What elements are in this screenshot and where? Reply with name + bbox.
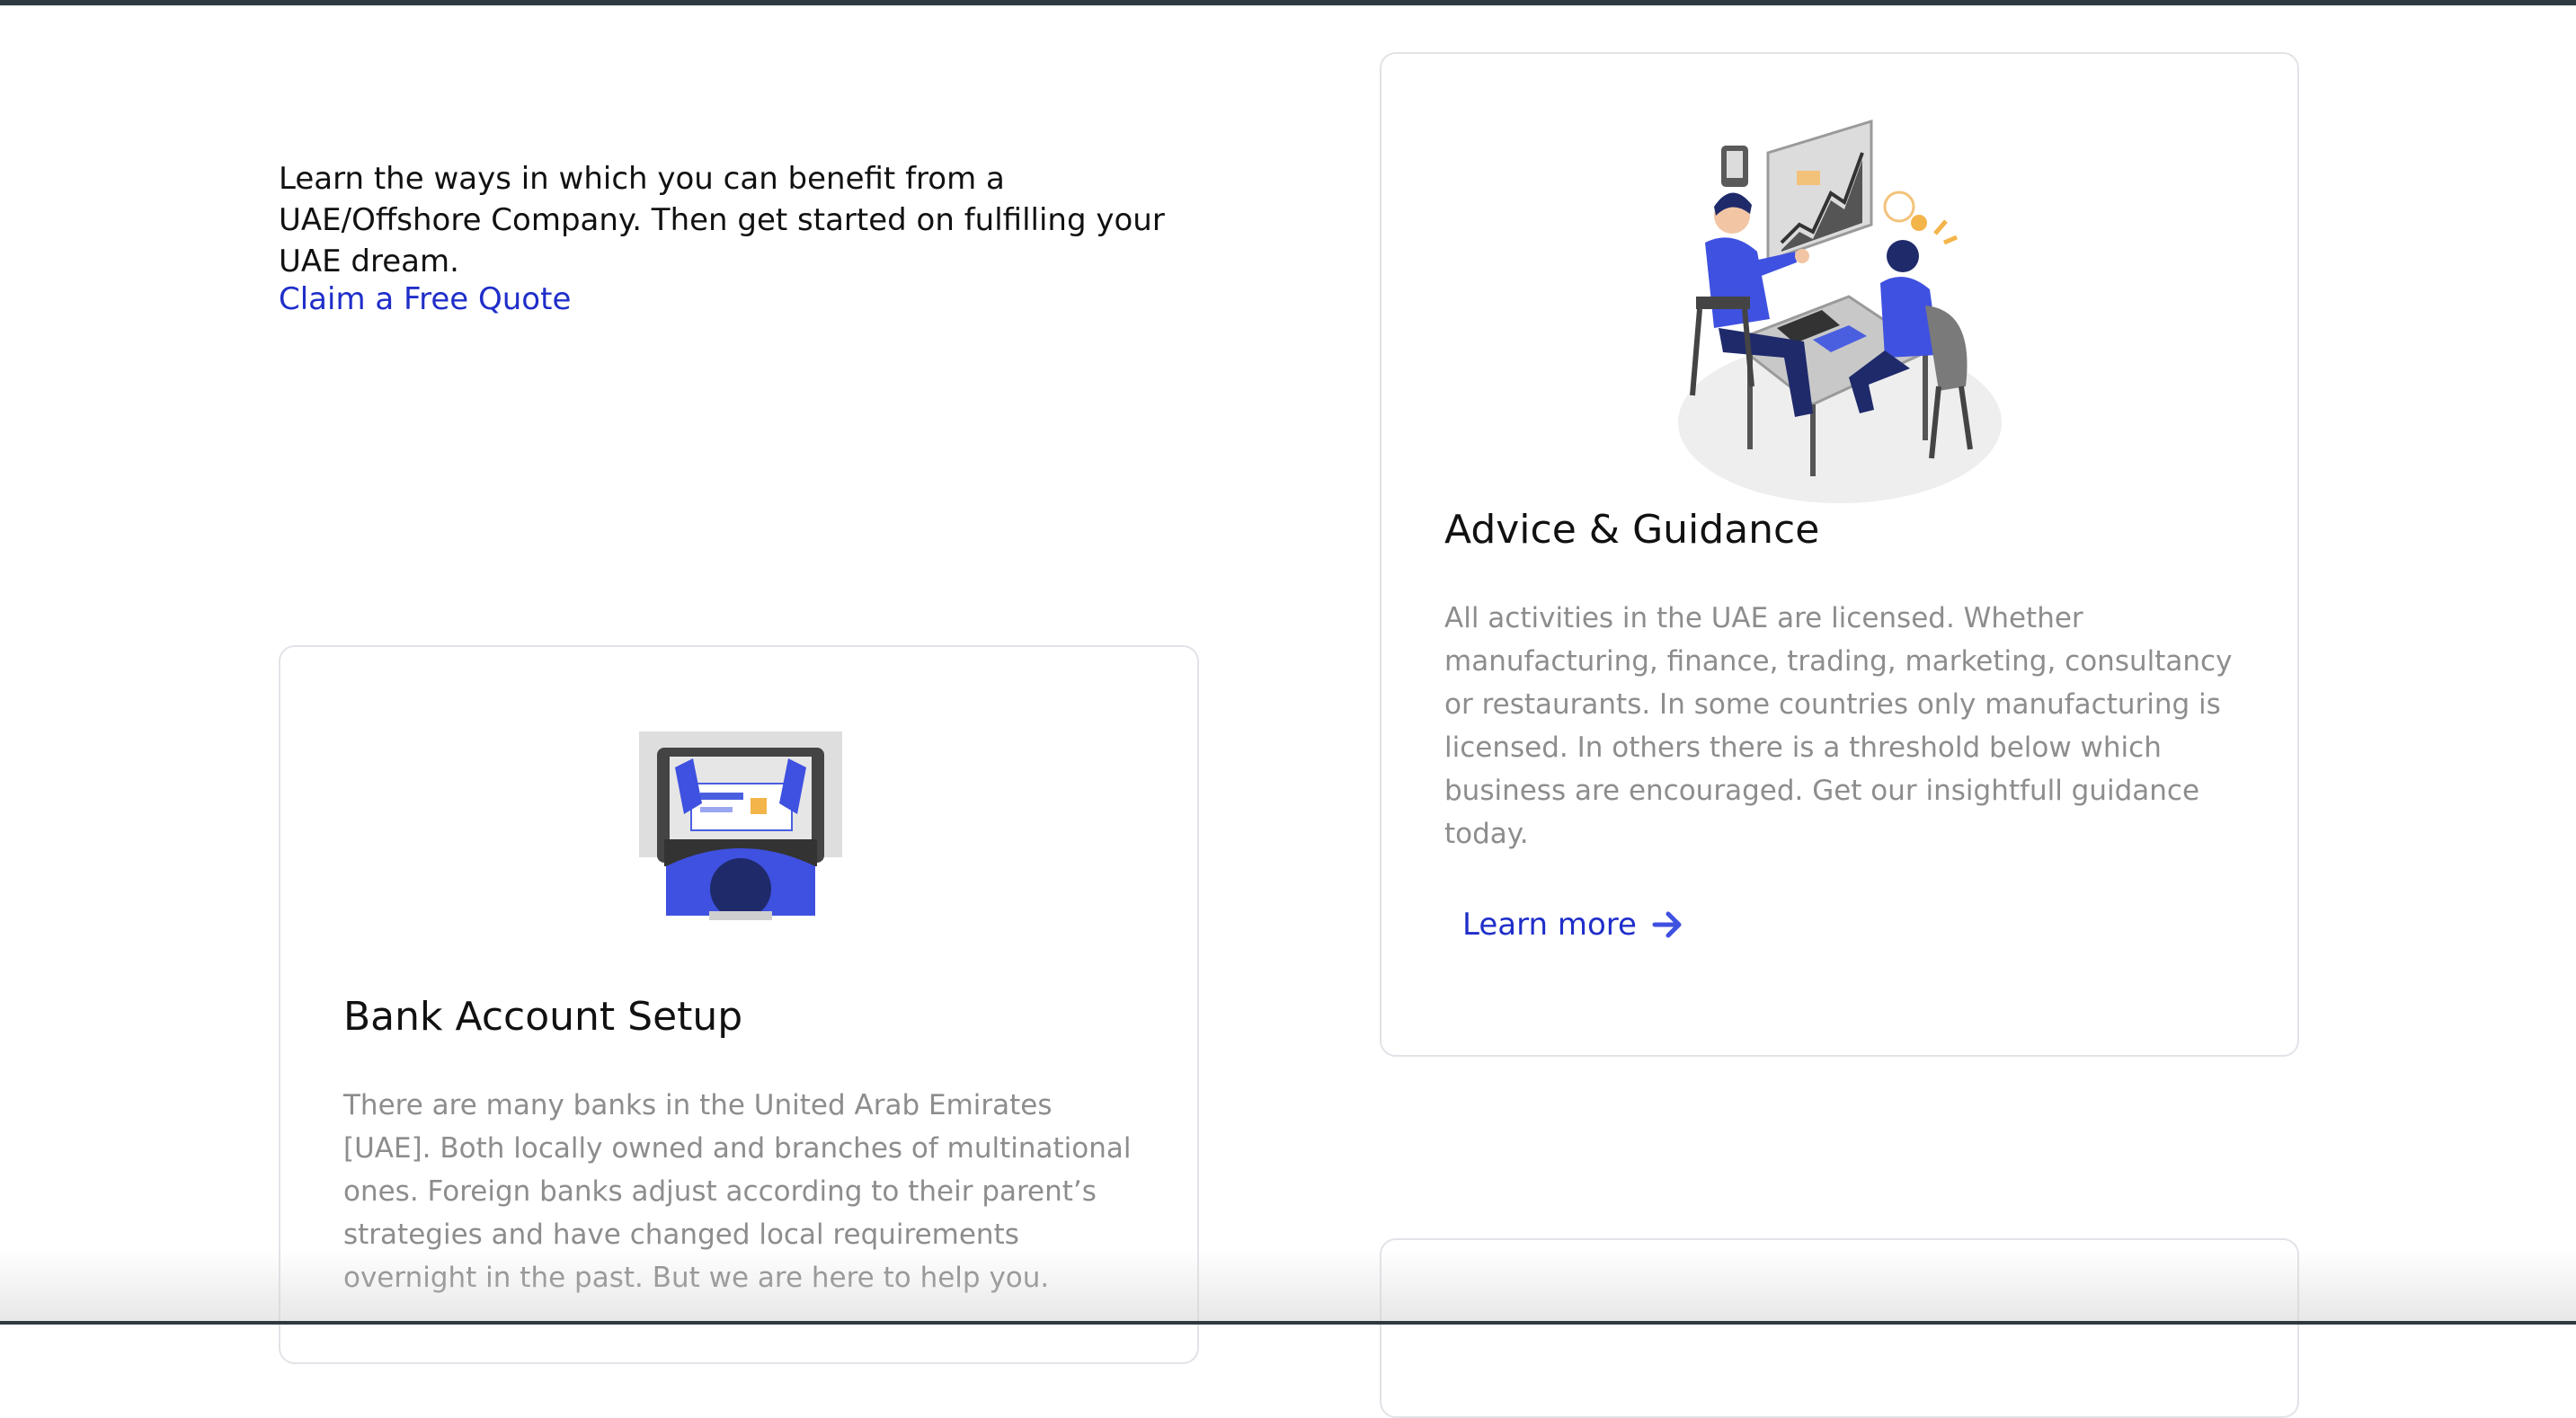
- laptop-user-illustration: [639, 731, 842, 920]
- advice-guidance-title: Advice & Guidance: [1444, 507, 1820, 553]
- learn-more-label: Learn more: [1462, 907, 1637, 943]
- learn-more-link[interactable]: Learn more: [1462, 904, 1683, 945]
- bank-account-setup-description: There are many banks in the United Arab …: [343, 1089, 1132, 1294]
- advice-guidance-description: All activities in the UAE are licensed. …: [1444, 602, 2233, 850]
- intro-text: Learn the ways in which you can benefit …: [279, 161, 1165, 279]
- top-border: [0, 0, 2576, 5]
- bottom-border: [0, 1321, 2576, 1325]
- next-card: [1380, 1238, 2299, 1418]
- claim-free-quote-link[interactable]: Claim a Free Quote: [279, 279, 571, 320]
- bank-account-setup-title: Bank Account Setup: [343, 994, 743, 1040]
- arrow-right-icon: [1652, 911, 1682, 938]
- meeting-illustration: [1678, 119, 2002, 503]
- bank-account-setup-card: Bank Account Setup There are many banks …: [279, 645, 1199, 1364]
- advice-guidance-card: Advice & Guidance All activities in the …: [1380, 52, 2299, 1057]
